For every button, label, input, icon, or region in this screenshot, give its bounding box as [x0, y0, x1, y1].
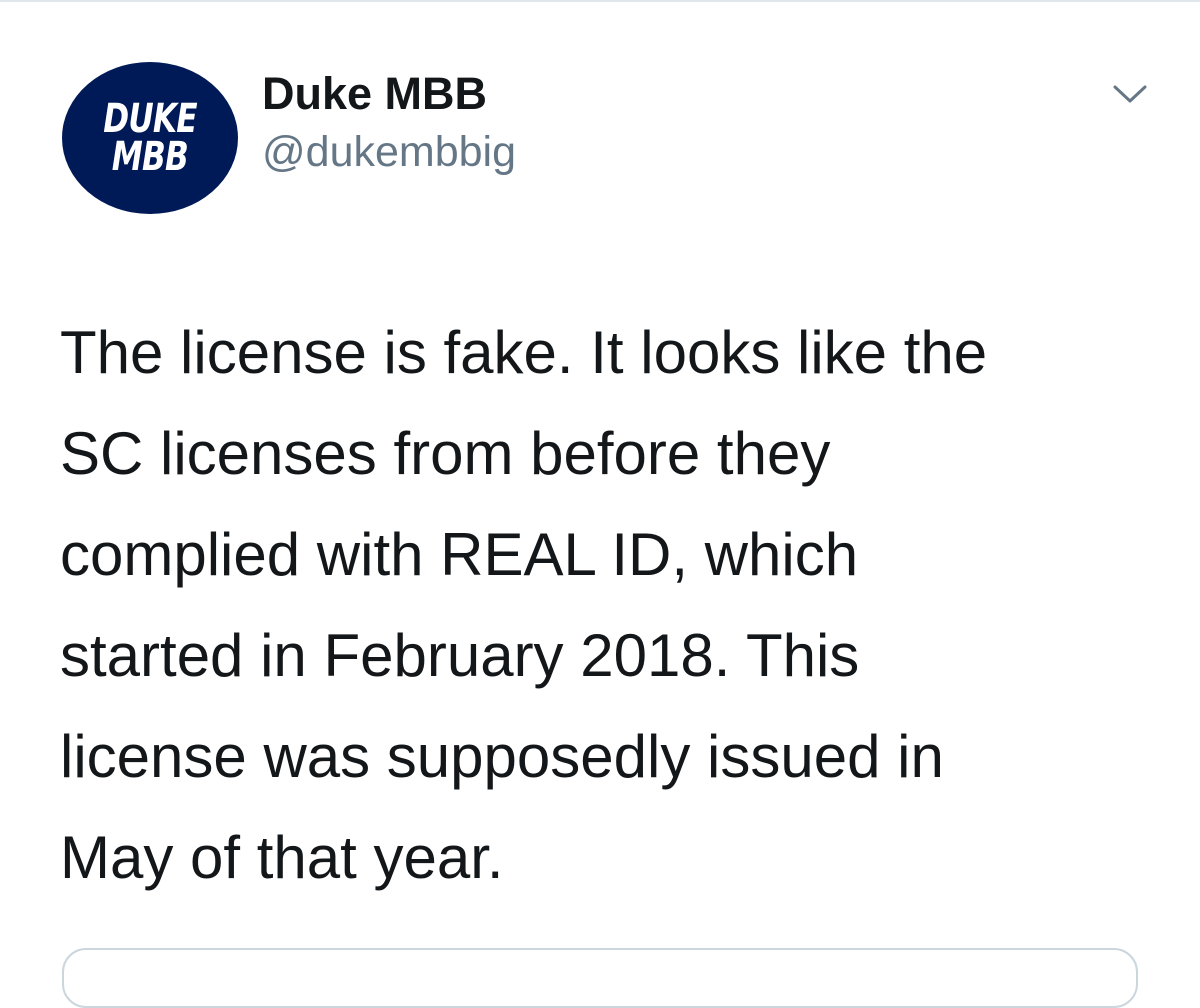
tweet: DUKE MBB Duke MBB @dukembbig The license… — [0, 0, 1200, 1008]
user-handle[interactable]: @dukembbig — [262, 124, 516, 180]
tweet-text: The license is fake. It looks like the S… — [60, 319, 988, 891]
avatar-text-duke: DUKE — [103, 96, 197, 142]
avatar-text-mbb: MBB — [111, 134, 189, 180]
quoted-card[interactable] — [62, 948, 1138, 1008]
display-name[interactable]: Duke MBB — [262, 66, 516, 122]
chevron-down-icon — [1113, 85, 1147, 103]
avatar[interactable]: DUKE MBB — [62, 62, 238, 214]
tweet-header: Duke MBB @dukembbig — [262, 66, 516, 180]
tweet-menu-button[interactable] — [1108, 74, 1152, 114]
